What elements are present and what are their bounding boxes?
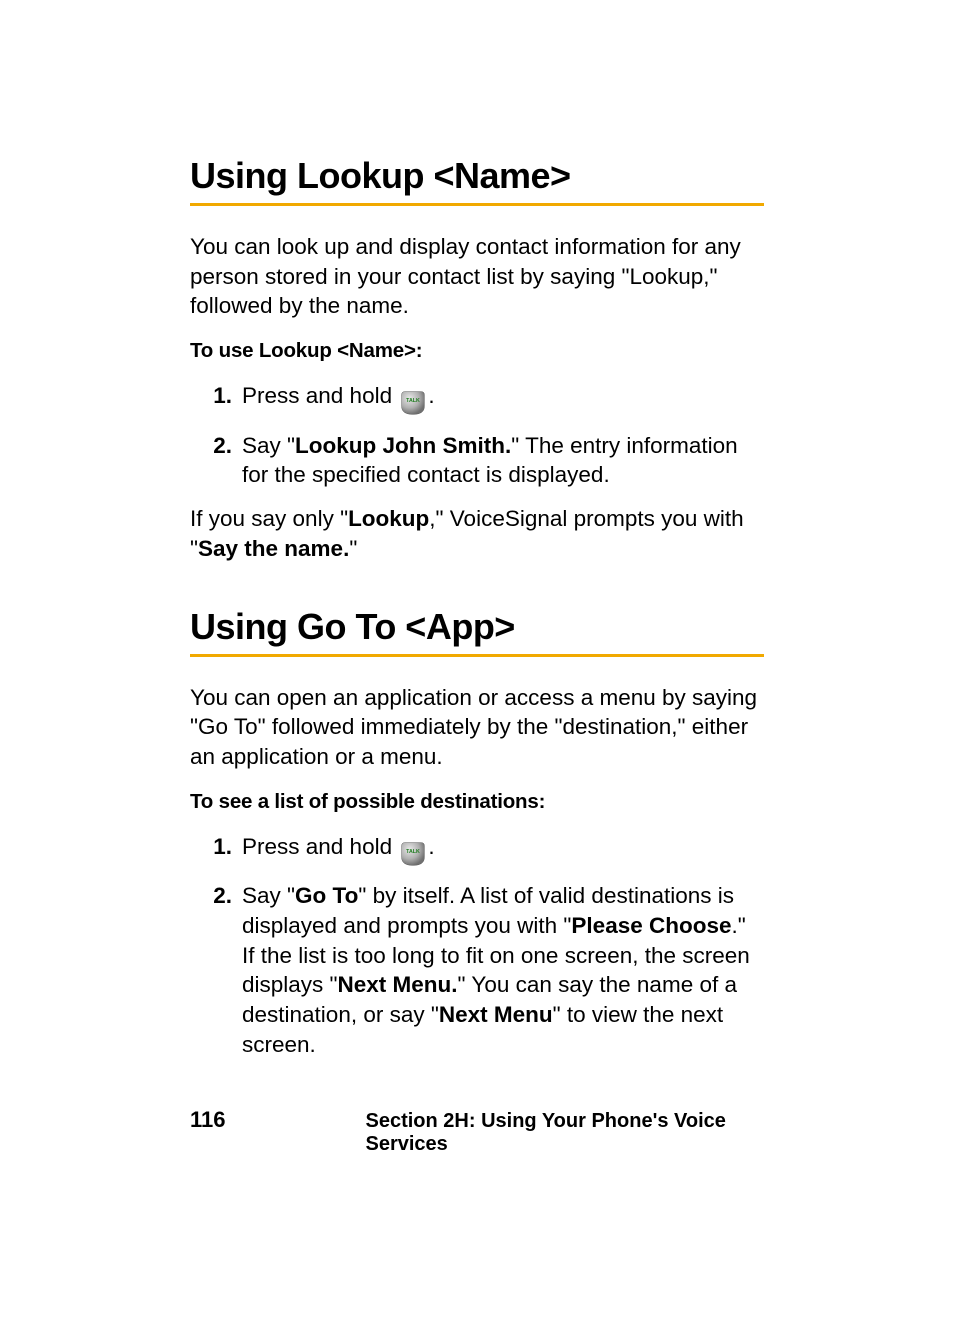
heading-rule (190, 203, 764, 206)
step-text-post: . (428, 383, 434, 408)
text: Say " (242, 883, 295, 908)
bold-text: Next Menu (439, 1002, 553, 1027)
heading-lookup: Using Lookup <Name> (190, 155, 764, 197)
step-body: Say "Lookup John Smith." The entry infor… (242, 431, 764, 490)
steps-lookup: 1. Press and hold TALK . (190, 381, 764, 490)
svg-text:TALK: TALK (407, 849, 421, 855)
note-lookup: If you say only "Lookup," VoiceSignal pr… (190, 504, 764, 563)
step-body: Press and hold TALK . (242, 381, 764, 417)
step-text-pre: Press and hold (242, 383, 398, 408)
subhead-lookup: To use Lookup <Name>: (190, 339, 764, 363)
steps-goto: 1. Press and hold TALK (190, 832, 764, 1060)
section-goto: Using Go To <App> You can open an applic… (190, 606, 764, 1060)
bold-text: Go To (295, 883, 358, 908)
page-number: 116 (190, 1107, 226, 1133)
step-1: 1. Press and hold TALK (190, 832, 764, 868)
step-number: 1. (190, 832, 242, 862)
talk-button-icon: TALK (400, 838, 426, 868)
section-label: Section 2H: Using Your Phone's Voice Ser… (366, 1110, 765, 1156)
talk-icon-svg: TALK (400, 390, 426, 416)
text: Say " (242, 433, 295, 458)
talk-icon-svg: TALK (400, 841, 426, 867)
svg-text:TALK: TALK (407, 398, 421, 404)
heading-goto: Using Go To <App> (190, 606, 764, 648)
step-number: 1. (190, 381, 242, 411)
page-footer: 116 Section 2H: Using Your Phone's Voice… (0, 1107, 954, 1156)
text: " (349, 536, 357, 561)
bold-text: Next Menu. (338, 972, 458, 997)
intro-goto: You can open an application or access a … (190, 683, 764, 772)
step-text-pre: Press and hold (242, 834, 398, 859)
step-number: 2. (190, 881, 242, 911)
bold-text: Say the name. (198, 536, 349, 561)
step-number: 2. (190, 431, 242, 461)
step-2: 2. Say "Lookup John Smith." The entry in… (190, 431, 764, 490)
intro-lookup: You can look up and display contact info… (190, 232, 764, 321)
bold-text: Please Choose (571, 913, 731, 938)
manual-page: Using Lookup <Name> You can look up and … (0, 0, 954, 1336)
bold-text: Lookup John Smith. (295, 433, 511, 458)
step-2: 2. Say "Go To" by itself. A list of vali… (190, 881, 764, 1059)
heading-rule (190, 654, 764, 657)
talk-button-icon: TALK (400, 387, 426, 417)
step-body: Say "Go To" by itself. A list of valid d… (242, 881, 764, 1059)
step-body: Press and hold TALK . (242, 832, 764, 868)
step-text-post: . (428, 834, 434, 859)
text: If you say only " (190, 506, 348, 531)
bold-text: Lookup (348, 506, 429, 531)
subhead-goto: To see a list of possible destinations: (190, 790, 764, 814)
step-1: 1. Press and hold TALK . (190, 381, 764, 417)
